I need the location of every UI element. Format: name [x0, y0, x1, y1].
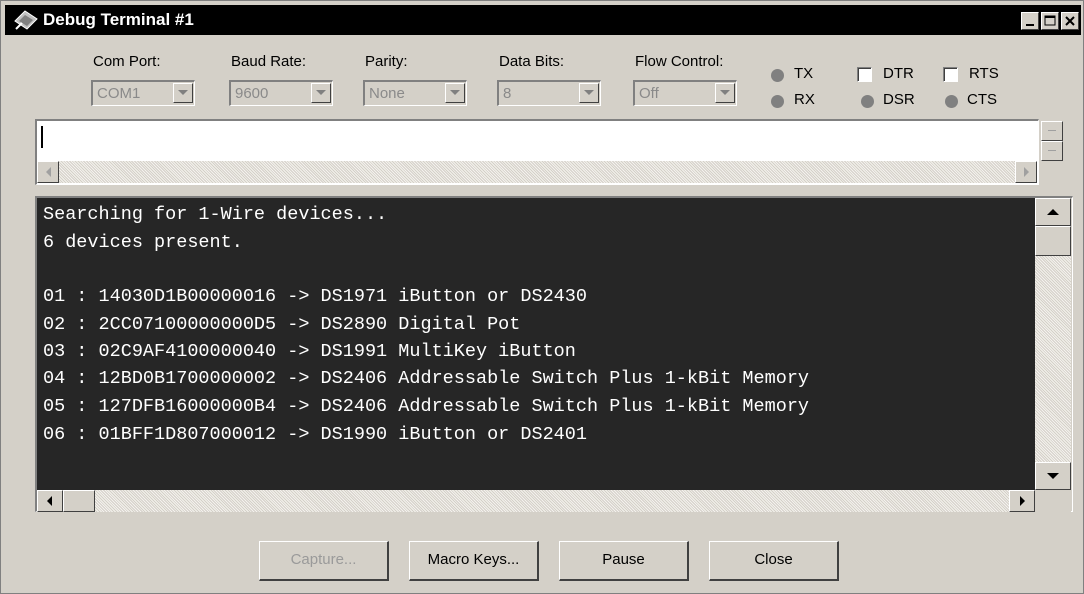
- terminal-horizontal-scrollbar[interactable]: [37, 490, 1035, 512]
- close-window-button[interactable]: [1061, 12, 1079, 30]
- flow-control-dropdown-button[interactable]: [715, 83, 735, 103]
- terminal-output-panel[interactable]: Searching for 1-Wire devices... 6 device…: [35, 196, 1073, 512]
- close-button[interactable]: Close: [709, 541, 839, 581]
- rx-label: RX: [794, 91, 815, 108]
- terminal-scroll-right-button[interactable]: [1009, 490, 1035, 512]
- text-caret: [41, 126, 43, 148]
- terminal-horizontal-scroll-thumb[interactable]: [63, 490, 95, 512]
- maximize-icon: [1044, 15, 1056, 26]
- arrow-down-icon: [1047, 473, 1059, 479]
- terminal-line: 06 : 01BFF1D807000012 -> DS1990 iButton …: [43, 424, 587, 445]
- com-port-select[interactable]: COM1: [91, 80, 195, 106]
- rts-checkbox[interactable]: [943, 67, 958, 82]
- terminal-scroll-thumb[interactable]: [1035, 226, 1071, 256]
- minimize-icon: [1026, 24, 1034, 26]
- baud-rate-label: Baud Rate:: [231, 53, 307, 70]
- arrow-right-icon: [1024, 167, 1029, 177]
- flow-control-label: Flow Control:: [635, 53, 724, 70]
- com-port-label: Com Port:: [93, 53, 161, 70]
- terminal-line: 03 : 02C9AF4100000040 -> DS1991 MultiKey…: [43, 341, 576, 362]
- arrow-right-icon: [1020, 496, 1025, 506]
- rx-led-icon: [771, 95, 784, 108]
- input-horizontal-scrollbar[interactable]: [37, 161, 1017, 183]
- pause-button[interactable]: Pause: [559, 541, 689, 581]
- chevron-down-icon: [450, 90, 460, 95]
- terminal-line: Searching for 1-Wire devices...: [43, 204, 388, 225]
- chevron-down-icon: [584, 90, 594, 95]
- cts-led-icon: [945, 95, 958, 108]
- data-bits-dropdown-button[interactable]: [579, 83, 599, 103]
- debug-terminal-window: Debug Terminal #1 Com Port: COM1 Baud Ra…: [0, 0, 1084, 594]
- input-scroll-down-button[interactable]: [1041, 141, 1063, 161]
- com-port-value: COM1: [97, 85, 141, 102]
- parity-value: None: [369, 85, 405, 102]
- baud-rate-dropdown-button[interactable]: [311, 83, 331, 103]
- terminal-scroll-down-button[interactable]: [1035, 462, 1071, 490]
- input-scroll-up-button[interactable]: [1041, 121, 1063, 141]
- terminal-scroll-left-button[interactable]: [37, 490, 63, 512]
- parity-label: Parity:: [365, 53, 408, 70]
- chevron-down-icon: [316, 90, 326, 95]
- arrow-down-icon: [1048, 150, 1056, 151]
- tx-led-icon: [771, 69, 784, 82]
- terminal-line: 02 : 2CC07100000000D5 -> DS2890 Digital …: [43, 314, 521, 335]
- baud-rate-value: 9600: [235, 85, 269, 102]
- macro-keys-button[interactable]: Macro Keys...: [409, 541, 539, 581]
- arrow-up-icon: [1047, 209, 1059, 215]
- title-bar[interactable]: Debug Terminal #1: [5, 5, 1081, 35]
- terminal-output: Searching for 1-Wire devices... 6 device…: [37, 198, 1035, 490]
- window-title: Debug Terminal #1: [43, 10, 194, 29]
- capture-button[interactable]: Capture...: [259, 541, 389, 581]
- minimize-button[interactable]: [1021, 12, 1039, 30]
- terminal-app-icon: [13, 9, 39, 31]
- cts-label: CTS: [967, 91, 997, 108]
- dsr-label: DSR: [883, 91, 915, 108]
- data-bits-select[interactable]: 8: [497, 80, 601, 106]
- terminal-line: 05 : 127DFB16000000B4 -> DS2406 Addressa…: [43, 396, 810, 417]
- terminal-line: 6 devices present.: [43, 232, 243, 253]
- data-bits-value: 8: [503, 85, 512, 102]
- parity-select[interactable]: None: [363, 80, 467, 106]
- rts-label: RTS: [969, 65, 999, 82]
- input-scroll-right-button[interactable]: [1015, 161, 1037, 183]
- flow-control-select[interactable]: Off: [633, 80, 737, 106]
- scrollbar-corner: [1035, 490, 1071, 512]
- com-port-dropdown-button[interactable]: [173, 83, 193, 103]
- parity-dropdown-button[interactable]: [445, 83, 465, 103]
- terminal-line: 01 : 14030D1B00000016 -> DS1971 iButton …: [43, 286, 587, 307]
- dtr-checkbox[interactable]: [857, 67, 872, 82]
- tx-label: TX: [794, 65, 814, 82]
- dsr-led-icon: [861, 95, 874, 108]
- data-bits-label: Data Bits:: [499, 53, 565, 70]
- terminal-line: 04 : 12BD0B1700000002 -> DS2406 Addressa…: [43, 368, 810, 389]
- arrow-left-icon: [46, 167, 51, 177]
- arrow-left-icon: [47, 496, 52, 506]
- input-scroll-left-button[interactable]: [37, 161, 59, 183]
- chevron-down-icon: [720, 90, 730, 95]
- terminal-scroll-up-button[interactable]: [1035, 198, 1071, 226]
- dtr-label: DTR: [883, 65, 914, 82]
- flow-control-value: Off: [639, 85, 659, 102]
- baud-rate-select[interactable]: 9600: [229, 80, 333, 106]
- arrow-up-icon: [1048, 130, 1056, 131]
- close-icon: [1065, 16, 1075, 26]
- maximize-button[interactable]: [1041, 12, 1059, 30]
- chevron-down-icon: [178, 90, 188, 95]
